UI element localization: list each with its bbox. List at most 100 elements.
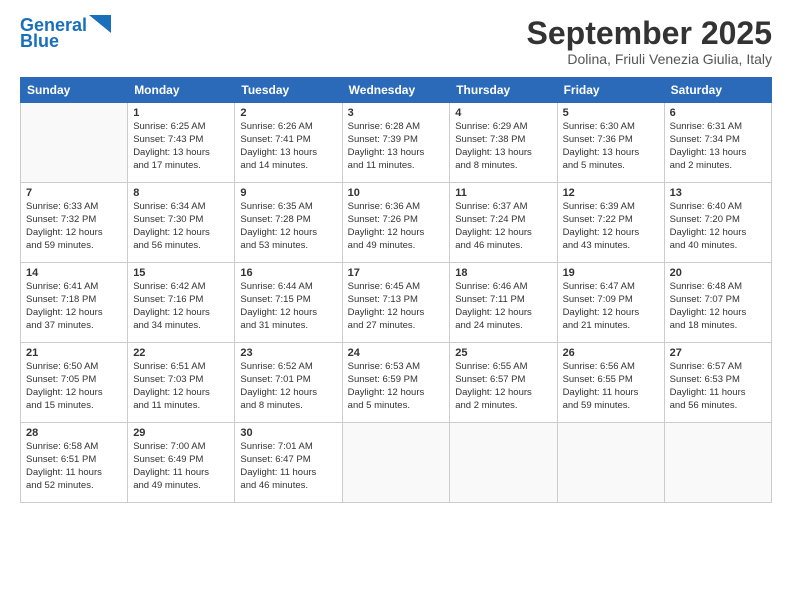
day-number: 29 [133,427,229,439]
day-number: 25 [455,347,551,359]
day-info: Sunrise: 6:52 AMSunset: 7:01 PMDaylight:… [240,361,336,412]
logo-arrow-icon [89,15,111,33]
col-thursday: Thursday [450,78,557,103]
table-row: 8Sunrise: 6:34 AMSunset: 7:30 PMDaylight… [128,183,235,263]
day-info: Sunrise: 6:41 AMSunset: 7:18 PMDaylight:… [26,281,122,332]
day-info: Sunrise: 6:34 AMSunset: 7:30 PMDaylight:… [133,201,229,252]
table-row: 6Sunrise: 6:31 AMSunset: 7:34 PMDaylight… [664,103,771,183]
day-info: Sunrise: 6:29 AMSunset: 7:38 PMDaylight:… [455,121,551,172]
day-info: Sunrise: 6:37 AMSunset: 7:24 PMDaylight:… [455,201,551,252]
header-row: Sunday Monday Tuesday Wednesday Thursday… [21,78,772,103]
day-number: 16 [240,267,336,279]
day-number: 2 [240,107,336,119]
day-number: 5 [563,107,659,119]
table-row [450,423,557,503]
table-row: 2 Sunrise: 6:26 AMSunset: 7:41 PMDaylight… [235,103,342,183]
table-row [664,423,771,503]
day-info: Sunrise: 6:35 AMSunset: 7:28 PMDaylight:… [240,201,336,252]
page: General Blue September 2025 Dolina, Friu… [0,0,792,612]
table-row: 20 Sunrise: 6:48 AMSunset: 7:07 PMDayligh… [664,263,771,343]
logo: General Blue [20,16,111,50]
day-number: 19 [563,267,659,279]
day-number: 23 [240,347,336,359]
day-number: 11 [455,187,551,199]
table-row: 16 Sunrise: 6:44 AMSunset: 7:15 PMDayligh… [235,263,342,343]
day-info: Sunrise: 6:50 AMSunset: 7:05 PMDaylight:… [26,361,122,412]
title-section: September 2025 Dolina, Friuli Venezia Gi… [527,16,772,67]
calendar-week-row: 1 Sunrise: 6:25 AMSunset: 7:43 PMDaylight… [21,103,772,183]
day-info: Sunrise: 6:45 AMSunset: 7:13 PMDaylight:… [348,281,445,332]
table-row: 29Sunrise: 7:00 AMSunset: 6:49 PMDayligh… [128,423,235,503]
day-info: Sunrise: 6:47 AMSunset: 7:09 PMDaylight:… [563,281,659,332]
day-info: Sunrise: 6:53 AMSunset: 6:59 PMDaylight:… [348,361,445,412]
table-row: 25Sunrise: 6:55 AMSunset: 6:57 PMDayligh… [450,343,557,423]
day-info: Sunrise: 6:26 AMSunset: 7:41 PMDaylight:… [240,121,336,172]
table-row: 4Sunrise: 6:29 AMSunset: 7:38 PMDaylight… [450,103,557,183]
day-number: 9 [240,187,336,199]
day-number: 20 [670,267,766,279]
col-friday: Friday [557,78,664,103]
day-number: 14 [26,267,122,279]
day-info: Sunrise: 6:48 AMSunset: 7:07 PMDaylight:… [670,281,766,332]
table-row: 21 Sunrise: 6:50 AMSunset: 7:05 PMDayligh… [21,343,128,423]
day-number: 15 [133,267,229,279]
table-row: 27 Sunrise: 6:57 AMSunset: 6:53 PMDayligh… [664,343,771,423]
day-number: 27 [670,347,766,359]
table-row [557,423,664,503]
day-number: 3 [348,107,445,119]
day-info: Sunrise: 6:57 AMSunset: 6:53 PMDaylight:… [670,361,766,412]
col-sunday: Sunday [21,78,128,103]
day-number: 21 [26,347,122,359]
calendar-body: 1 Sunrise: 6:25 AMSunset: 7:43 PMDaylight… [21,103,772,503]
table-row: 13 Sunrise: 6:40 AMSunset: 7:20 PMDayligh… [664,183,771,263]
day-info: Sunrise: 6:56 AMSunset: 6:55 PMDaylight:… [563,361,659,412]
table-row: 28 Sunrise: 6:58 AMSunset: 6:51 PMDayligh… [21,423,128,503]
day-number: 26 [563,347,659,359]
day-number: 1 [133,107,229,119]
calendar-header: Sunday Monday Tuesday Wednesday Thursday… [21,78,772,103]
table-row: 19 Sunrise: 6:47 AMSunset: 7:09 PMDayligh… [557,263,664,343]
day-info: Sunrise: 6:58 AMSunset: 6:51 PMDaylight:… [26,441,122,492]
day-info: Sunrise: 6:46 AMSunset: 7:11 PMDaylight:… [455,281,551,332]
day-info: Sunrise: 6:40 AMSunset: 7:20 PMDaylight:… [670,201,766,252]
day-info: Sunrise: 6:39 AMSunset: 7:22 PMDaylight:… [563,201,659,252]
col-monday: Monday [128,78,235,103]
header: General Blue September 2025 Dolina, Friu… [20,16,772,67]
day-number: 12 [563,187,659,199]
table-row: 3Sunrise: 6:28 AMSunset: 7:39 PMDaylight… [342,103,450,183]
table-row: 17 Sunrise: 6:45 AMSunset: 7:13 PMDayligh… [342,263,450,343]
table-row: 14 Sunrise: 6:41 AMSunset: 7:18 PMDayligh… [21,263,128,343]
table-row: 18Sunrise: 6:46 AMSunset: 7:11 PMDayligh… [450,263,557,343]
table-row: 10Sunrise: 6:36 AMSunset: 7:26 PMDayligh… [342,183,450,263]
table-row: 30Sunrise: 7:01 AMSunset: 6:47 PMDayligh… [235,423,342,503]
calendar-week-row: 14 Sunrise: 6:41 AMSunset: 7:18 PMDayligh… [21,263,772,343]
day-number: 28 [26,427,122,439]
day-info: Sunrise: 6:31 AMSunset: 7:34 PMDaylight:… [670,121,766,172]
col-saturday: Saturday [664,78,771,103]
day-info: Sunrise: 6:25 AMSunset: 7:43 PMDaylight:… [133,121,229,172]
table-row: 26 Sunrise: 6:56 AMSunset: 6:55 PMDayligh… [557,343,664,423]
location-title: Dolina, Friuli Venezia Giulia, Italy [527,51,772,67]
table-row: 1 Sunrise: 6:25 AMSunset: 7:43 PMDaylight… [128,103,235,183]
month-title: September 2025 [527,16,772,51]
day-number: 17 [348,267,445,279]
table-row: 22Sunrise: 6:51 AMSunset: 7:03 PMDayligh… [128,343,235,423]
calendar-week-row: 28 Sunrise: 6:58 AMSunset: 6:51 PMDayligh… [21,423,772,503]
col-wednesday: Wednesday [342,78,450,103]
table-row: 12 Sunrise: 6:39 AMSunset: 7:22 PMDayligh… [557,183,664,263]
day-info: Sunrise: 6:30 AMSunset: 7:36 PMDaylight:… [563,121,659,172]
table-row: 7Sunrise: 6:33 AMSunset: 7:32 PMDaylight… [21,183,128,263]
table-row [21,103,128,183]
logo-blue: Blue [20,32,59,50]
table-row: 9 Sunrise: 6:35 AMSunset: 7:28 PMDaylight… [235,183,342,263]
day-number: 22 [133,347,229,359]
day-number: 13 [670,187,766,199]
table-row: 23 Sunrise: 6:52 AMSunset: 7:01 PMDayligh… [235,343,342,423]
table-row: 24 Sunrise: 6:53 AMSunset: 6:59 PMDayligh… [342,343,450,423]
day-number: 10 [348,187,445,199]
day-number: 24 [348,347,445,359]
calendar-week-row: 21 Sunrise: 6:50 AMSunset: 7:05 PMDayligh… [21,343,772,423]
day-info: Sunrise: 6:42 AMSunset: 7:16 PMDaylight:… [133,281,229,332]
day-info: Sunrise: 6:44 AMSunset: 7:15 PMDaylight:… [240,281,336,332]
calendar-week-row: 7Sunrise: 6:33 AMSunset: 7:32 PMDaylight… [21,183,772,263]
